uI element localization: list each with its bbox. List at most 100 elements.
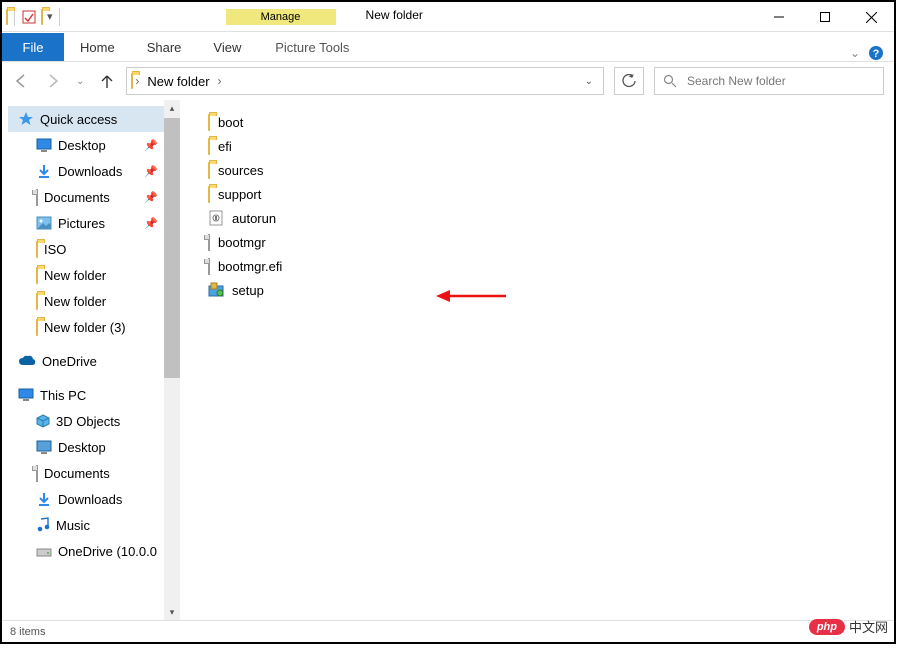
sidebar-item-this-pc[interactable]: This PC — [8, 382, 180, 408]
sidebar-item-label: Quick access — [40, 112, 117, 127]
documents-icon — [36, 466, 38, 481]
scrollbar-thumb[interactable] — [164, 118, 180, 378]
sidebar-item-quick-access[interactable]: Quick access — [8, 106, 180, 132]
context-group-label: Manage — [226, 9, 336, 25]
sidebar-item-3d-objects[interactable]: 3D Objects — [8, 408, 180, 434]
ribbon: File Home Share View Picture Tools ⌄ ? — [2, 32, 894, 62]
scroll-up-icon[interactable]: ▴ — [164, 100, 180, 116]
sidebar-item-music[interactable]: Music — [8, 512, 180, 538]
navigation-bar: ⌄ › New folder › ⌄ Search New folder — [2, 62, 894, 100]
sidebar-item-label: Downloads — [58, 492, 122, 507]
title-bar: ▾ Manage New folder — [2, 2, 894, 32]
list-item[interactable]: sources — [208, 158, 894, 182]
folder-icon — [208, 139, 210, 154]
sidebar-item-pictures[interactable]: Pictures 📌 — [8, 210, 180, 236]
address-dropdown-icon[interactable]: ⌄ — [585, 76, 593, 87]
desktop-icon — [36, 138, 52, 152]
divider — [59, 8, 60, 26]
window-title: New folder — [366, 2, 423, 22]
sidebar-item-label: Documents — [44, 190, 110, 205]
maximize-button[interactable] — [802, 2, 848, 32]
address-bar[interactable]: › New folder › ⌄ — [126, 67, 604, 95]
drive-icon — [36, 545, 52, 557]
file-name: efi — [218, 139, 232, 154]
sidebar-item-downloads-pc[interactable]: Downloads — [8, 486, 180, 512]
list-item[interactable]: autorun — [208, 206, 894, 230]
folder-icon — [208, 163, 210, 178]
sidebar-item-label: 3D Objects — [56, 414, 120, 429]
setup-exe-icon — [208, 282, 224, 298]
documents-icon — [36, 190, 38, 205]
refresh-button[interactable] — [614, 67, 644, 95]
list-item[interactable]: boot — [208, 110, 894, 134]
sidebar-item-label: New folder — [44, 268, 106, 283]
back-button[interactable] — [12, 72, 30, 90]
scroll-down-icon[interactable]: ▾ — [164, 604, 180, 620]
pin-icon: 📌 — [144, 191, 158, 204]
pin-icon: 📌 — [144, 139, 158, 152]
music-icon — [36, 517, 50, 533]
breadcrumb-segment[interactable]: New folder — [141, 74, 215, 89]
qat-overflow-icon[interactable]: ▾ — [47, 10, 53, 23]
help-icon[interactable]: ? — [868, 45, 884, 61]
tab-share[interactable]: Share — [131, 33, 198, 61]
tab-home[interactable]: Home — [64, 33, 131, 61]
list-item[interactable]: efi — [208, 134, 894, 158]
folder-icon — [208, 115, 210, 130]
sidebar-item-label: New folder — [44, 294, 106, 309]
properties-icon[interactable] — [21, 9, 37, 25]
file-icon — [208, 259, 210, 274]
up-button[interactable] — [98, 72, 116, 90]
file-name: autorun — [232, 211, 276, 226]
list-item[interactable]: bootmgr — [208, 230, 894, 254]
svg-text:?: ? — [873, 48, 880, 60]
breadcrumb-separator[interactable]: › — [216, 74, 224, 88]
sidebar-item-label: Desktop — [58, 440, 106, 455]
folder-icon[interactable] — [41, 10, 43, 24]
explorer-window: ▾ Manage New folder File Home Share View… — [0, 0, 896, 644]
sidebar-item-new-folder-3[interactable]: New folder (3) — [8, 314, 180, 340]
minimize-button[interactable] — [756, 2, 802, 32]
sidebar-item-new-folder[interactable]: New folder — [8, 262, 180, 288]
tab-picture-tools[interactable]: Picture Tools — [257, 33, 367, 61]
history-dropdown-icon[interactable]: ⌄ — [76, 76, 84, 87]
sidebar-item-onedrive-drive[interactable]: OneDrive (10.0.0 — [8, 538, 180, 564]
downloads-icon — [36, 163, 52, 179]
sidebar-item-new-folder[interactable]: New folder — [8, 288, 180, 314]
forward-button[interactable] — [44, 72, 62, 90]
folder-icon — [6, 10, 8, 24]
search-icon — [663, 74, 677, 88]
sidebar-item-label: Downloads — [58, 164, 122, 179]
list-item[interactable]: bootmgr.efi — [208, 254, 894, 278]
file-list[interactable]: boot efi sources support autorun bootmgr… — [180, 100, 894, 620]
onedrive-icon — [18, 355, 36, 367]
chevron-down-icon[interactable]: ⌄ — [850, 46, 860, 60]
annotation-arrow-icon — [436, 286, 506, 306]
file-name: sources — [218, 163, 264, 178]
file-name: bootmgr — [218, 235, 266, 250]
sidebar-item-onedrive[interactable]: OneDrive — [8, 348, 180, 374]
folder-icon — [208, 187, 210, 202]
file-name: boot — [218, 115, 243, 130]
sidebar-item-desktop[interactable]: Desktop 📌 — [8, 132, 180, 158]
sidebar-item-desktop-pc[interactable]: Desktop — [8, 434, 180, 460]
file-name: setup — [232, 283, 264, 298]
sidebar-item-documents[interactable]: Documents 📌 — [8, 184, 180, 210]
sidebar-scrollbar[interactable]: ▴ ▾ — [164, 100, 180, 620]
folder-icon — [36, 294, 38, 309]
sidebar-item-documents-pc[interactable]: Documents — [8, 460, 180, 486]
body: Quick access Desktop 📌 Downloads 📌 Docum… — [2, 100, 894, 620]
list-item[interactable]: setup — [208, 278, 894, 302]
tab-view[interactable]: View — [197, 33, 257, 61]
file-icon — [208, 235, 210, 250]
close-button[interactable] — [848, 2, 894, 32]
sidebar-item-iso[interactable]: ISO — [8, 236, 180, 262]
file-tab[interactable]: File — [2, 33, 64, 61]
search-box[interactable]: Search New folder — [654, 67, 884, 95]
quick-access-toolbar: ▾ — [2, 2, 66, 31]
list-item[interactable]: support — [208, 182, 894, 206]
downloads-icon — [36, 491, 52, 507]
sidebar-item-downloads[interactable]: Downloads 📌 — [8, 158, 180, 184]
sidebar-item-label: New folder (3) — [44, 320, 126, 335]
breadcrumb-separator[interactable]: › — [133, 74, 141, 88]
